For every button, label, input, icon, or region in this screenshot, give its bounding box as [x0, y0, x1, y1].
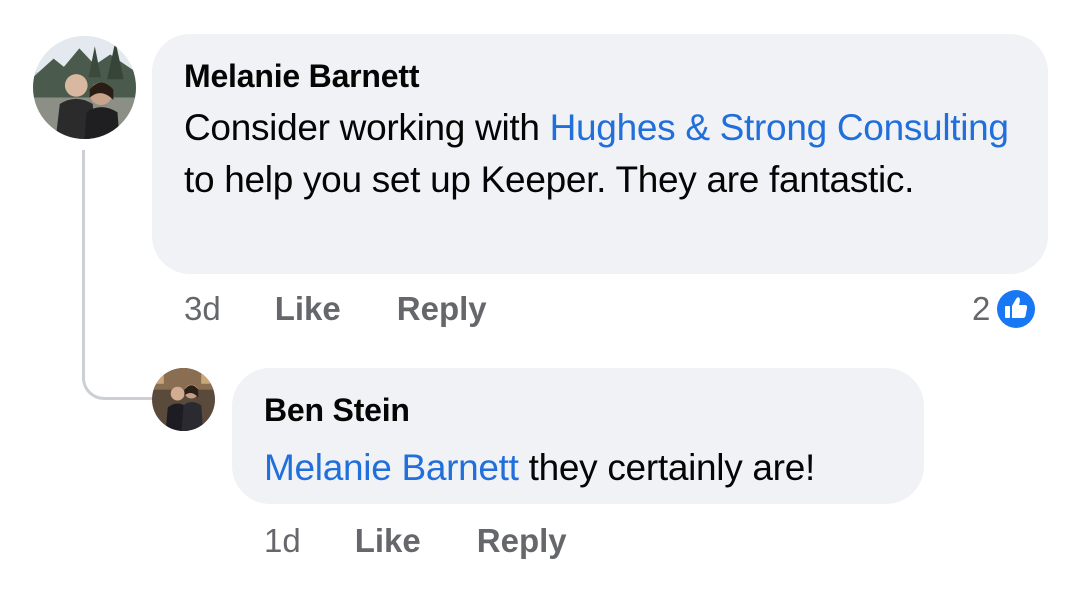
comment-text-end: to help you set up Keeper. They are fant…: [184, 159, 915, 200]
comment-thread: Melanie Barnett Consider working with Hu…: [0, 0, 1080, 594]
comment-timestamp[interactable]: 3d: [184, 290, 221, 328]
avatar[interactable]: [152, 368, 215, 431]
like-button[interactable]: Like: [275, 290, 341, 328]
profile-photo-icon: [152, 368, 215, 431]
comment-text-end: they certainly are!: [518, 447, 816, 488]
reply-button[interactable]: Reply: [397, 290, 487, 328]
comment-text-start: Consider working with: [184, 107, 550, 148]
comment-text: Consider working with Hughes & Strong Co…: [184, 102, 1016, 206]
comment-timestamp[interactable]: 1d: [264, 522, 301, 560]
mention-link[interactable]: Hughes & Strong Consulting: [550, 107, 1009, 148]
profile-photo-icon: [33, 36, 136, 139]
reply-button[interactable]: Reply: [477, 522, 567, 560]
comment-author-name[interactable]: Ben Stein: [264, 390, 892, 430]
avatar[interactable]: [33, 36, 136, 139]
comment-bubble: Melanie Barnett Consider working with Hu…: [152, 34, 1048, 274]
comment-bubble: Ben Stein Melanie Barnett they certainly…: [232, 368, 924, 504]
reply-thread-connector: [82, 150, 152, 400]
comment-actions: 3d Like Reply: [184, 290, 543, 328]
reaction-summary[interactable]: 2: [972, 287, 1038, 331]
comment-author-name[interactable]: Melanie Barnett: [184, 56, 1016, 96]
comment-actions: 1d Like Reply: [264, 522, 623, 560]
like-thumbs-up-icon: [994, 287, 1038, 331]
comment-text: Melanie Barnett they certainly are!: [264, 442, 892, 494]
mention-link[interactable]: Melanie Barnett: [264, 447, 519, 488]
reaction-count: 2: [972, 290, 991, 327]
like-button[interactable]: Like: [355, 522, 421, 560]
